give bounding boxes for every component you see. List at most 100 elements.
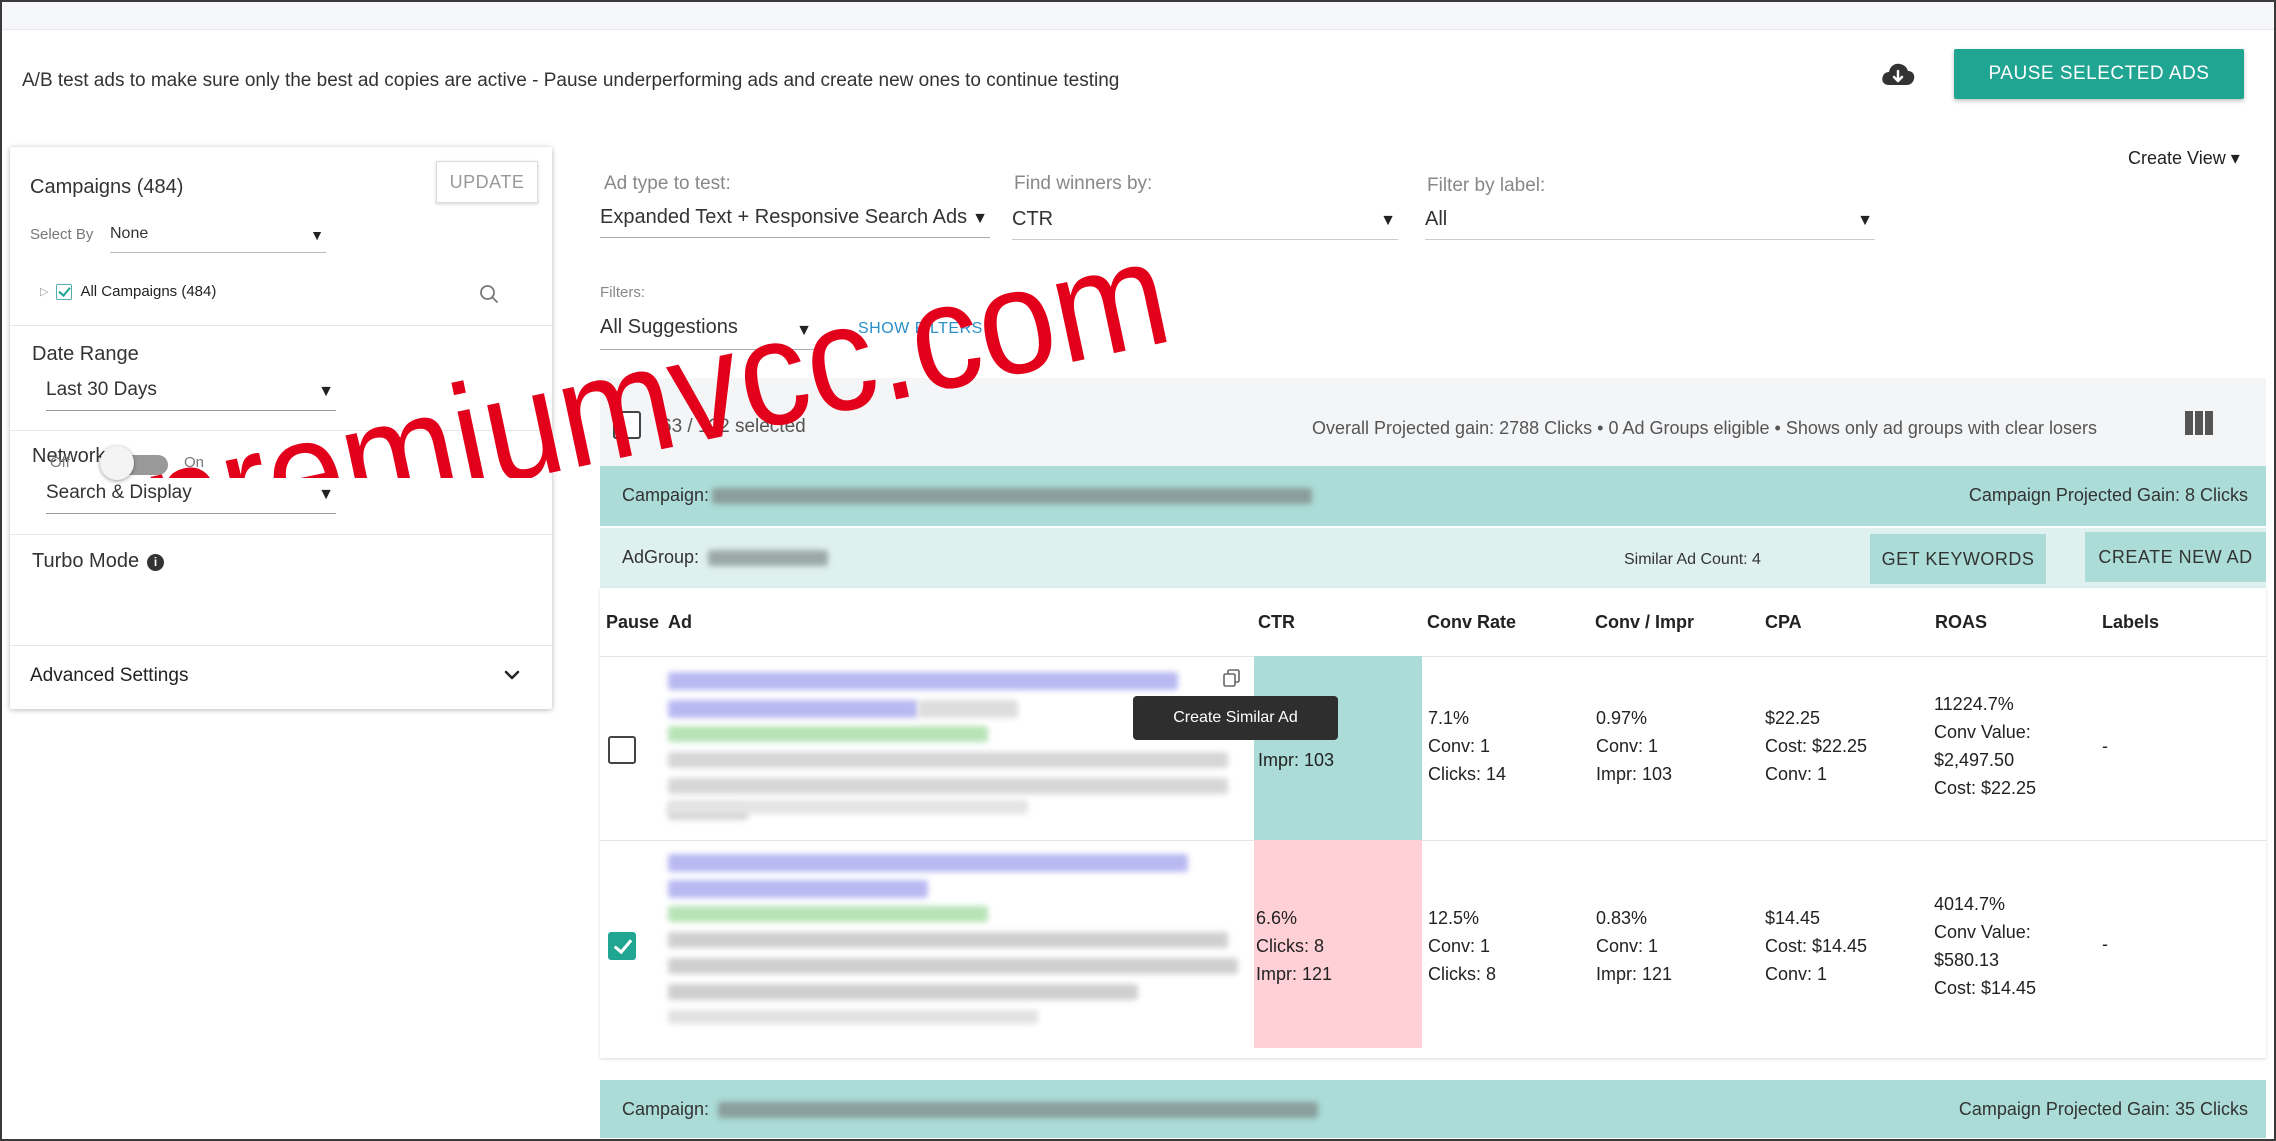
- info-icon[interactable]: i: [147, 554, 165, 571]
- roas-values: 4014.7% Conv Value: $580.13 Cost: $14.45: [1934, 890, 2036, 1002]
- copy-ad-icon[interactable]: [1222, 668, 1242, 688]
- find-winners-dropdown[interactable]: CTR ▼: [1012, 200, 1398, 240]
- roas-conv-value-label: Conv Value:: [1934, 922, 2031, 942]
- date-range-value: Last 30 Days: [46, 379, 157, 400]
- conv-impr-conv: Conv: 1: [1596, 736, 1659, 756]
- ctr-values: 6.6% Clicks: 8 Impr: 121: [1256, 904, 1332, 988]
- divider: [10, 430, 552, 431]
- cpa-conv: Conv: 1: [1765, 764, 1828, 784]
- conv-rate-conv: Conv: 1: [1428, 736, 1491, 756]
- pause-selected-ads-button[interactable]: PAUSE SELECTED ADS: [1954, 49, 2244, 99]
- get-keywords-button[interactable]: GET KEYWORDS: [1870, 534, 2046, 584]
- turbo-mode-text: Turbo Mode: [32, 550, 140, 572]
- blurred-adgroup-name: [708, 550, 828, 566]
- roas-cost: Cost: $22.25: [1934, 778, 2037, 798]
- conv-rate-conv: Conv: 1: [1428, 936, 1491, 956]
- caret-down-icon: ▼: [796, 322, 812, 339]
- filters-label: Filters:: [600, 284, 645, 301]
- campaign-label: Campaign:: [622, 1099, 710, 1119]
- header-conv-rate[interactable]: Conv Rate: [1427, 612, 1516, 633]
- chevron-down-icon[interactable]: [502, 665, 522, 685]
- conv-impr-conv: Conv: 1: [1596, 936, 1659, 956]
- update-button[interactable]: UPDATE: [436, 161, 538, 203]
- filters-value: All Suggestions: [600, 316, 738, 338]
- find-winners-value: CTR: [1012, 208, 1054, 230]
- campaigns-title: Campaigns (484): [30, 176, 184, 198]
- divider: [10, 534, 552, 535]
- toggle-knob[interactable]: [100, 446, 134, 480]
- create-view-label: Create View: [2128, 148, 2226, 168]
- adgroup-header: AdGroup: Similar Ad Count: 4 GET KEYWORD…: [600, 528, 2266, 588]
- roas-conv-value: $580.13: [1934, 950, 2000, 970]
- expand-arrow-icon[interactable]: ▷: [40, 285, 48, 298]
- roas-cost: Cost: $14.45: [1934, 978, 2037, 998]
- conv-rate-values: 7.1% Conv: 1 Clicks: 14: [1428, 704, 1506, 788]
- labels-value: -: [2102, 736, 2108, 756]
- overall-gain-text: Overall Projected gain: 2788 Clicks • 0 …: [1312, 418, 2097, 438]
- row-separator: [600, 656, 2266, 657]
- conv-rate-clicks: Clicks: 8: [1428, 964, 1497, 984]
- tree-item-all-campaigns[interactable]: ▷ All Campaigns (484): [40, 283, 216, 300]
- divider: [10, 325, 552, 326]
- find-winners-label: Find winners by:: [1014, 173, 1153, 194]
- conv-impr-values: 0.97% Conv: 1 Impr: 103: [1596, 704, 1672, 788]
- caret-down-icon: ▼: [972, 210, 988, 227]
- conv-rate-values: 12.5% Conv: 1 Clicks: 8: [1428, 904, 1496, 988]
- roas-conv-value: $2,497.50: [1934, 750, 2015, 770]
- header-roas[interactable]: ROAS: [1935, 612, 1987, 633]
- show-filters-link[interactable]: SHOW FILTERS: [858, 320, 983, 338]
- conv-impr-impressions: Impr: 121: [1596, 964, 1673, 984]
- select-by-label: Select By: [30, 226, 94, 243]
- caret-down-icon: ▼: [1857, 212, 1873, 229]
- select-by-value: None: [110, 225, 149, 242]
- advanced-settings-label[interactable]: Advanced Settings: [30, 665, 188, 687]
- caret-down-icon: ▼: [318, 383, 334, 400]
- ads-table: Pause Ad CTR Conv Rate Conv / Impr CPA R…: [600, 588, 2266, 1058]
- label-filter-dropdown[interactable]: All ▼: [1425, 200, 1875, 240]
- divider: [10, 645, 552, 646]
- network-value: Search & Display: [46, 482, 192, 503]
- ad-type-dropdown[interactable]: Expanded Text + Responsive Search Ads ▼: [600, 198, 990, 238]
- search-icon[interactable]: [478, 283, 500, 305]
- header-conv-impr[interactable]: Conv / Impr: [1595, 612, 1694, 633]
- network-dropdown[interactable]: Search & Display ▼: [46, 476, 336, 514]
- campaign-label: Campaign:: [622, 485, 710, 505]
- row-pause-checkbox[interactable]: [608, 736, 636, 764]
- cpa-values: $22.25 Cost: $22.25 Conv: 1: [1765, 704, 1867, 788]
- filters-dropdown[interactable]: All Suggestions ▼: [600, 310, 814, 350]
- ad-type-label: Ad type to test:: [604, 173, 731, 194]
- labels-value: -: [2102, 934, 2108, 954]
- header-ctr[interactable]: CTR: [1258, 612, 1295, 633]
- conv-rate-value: 12.5%: [1428, 908, 1480, 928]
- cpa-cost: Cost: $22.25: [1765, 736, 1868, 756]
- row-separator: [600, 840, 2266, 841]
- blurred-campaign-name: [712, 488, 1312, 504]
- ctr-impressions: Impr: 121: [1256, 964, 1333, 984]
- date-range-label: Date Range: [32, 343, 139, 365]
- ctr-value: 6.6%: [1256, 908, 1298, 928]
- header-cpa[interactable]: CPA: [1765, 612, 1802, 633]
- row-pause-checkbox[interactable]: [608, 932, 636, 960]
- caret-down-icon: ▼: [1380, 212, 1396, 229]
- caret-down-icon: ▼: [310, 227, 324, 243]
- create-new-ad-button[interactable]: CREATE NEW AD: [2085, 532, 2266, 582]
- campaign-gain: Campaign Projected Gain: 35 Clicks: [1958, 1099, 2248, 1119]
- header-labels[interactable]: Labels: [2102, 612, 2159, 633]
- selected-count: 63 / 122 selected: [661, 416, 806, 437]
- select-by-dropdown[interactable]: None ▼: [110, 223, 326, 253]
- roas-values: 11224.7% Conv Value: $2,497.50 Cost: $22…: [1934, 690, 2036, 802]
- label-filter-label: Filter by label:: [1427, 175, 1546, 196]
- roas-value: 4014.7%: [1934, 894, 2006, 914]
- ad-type-value: Expanded Text + Responsive Search Ads: [600, 206, 968, 228]
- create-view-menu[interactable]: Create View ▾: [2128, 148, 2240, 169]
- intro-text: A/B test ads to make sure only the best …: [22, 70, 1120, 91]
- conv-rate-clicks: Clicks: 14: [1428, 764, 1507, 784]
- all-campaigns-checkbox[interactable]: [56, 283, 73, 300]
- columns-icon[interactable]: [2184, 410, 2214, 436]
- date-range-dropdown[interactable]: Last 30 Days ▼: [46, 373, 336, 411]
- conv-impr-impressions: Impr: 103: [1596, 764, 1673, 784]
- ctr-clicks: Clicks: 8: [1256, 936, 1325, 956]
- select-all-checkbox[interactable]: [613, 411, 641, 439]
- cloud-download-icon[interactable]: [1880, 60, 1916, 90]
- cpa-values: $14.45 Cost: $14.45 Conv: 1: [1765, 904, 1867, 988]
